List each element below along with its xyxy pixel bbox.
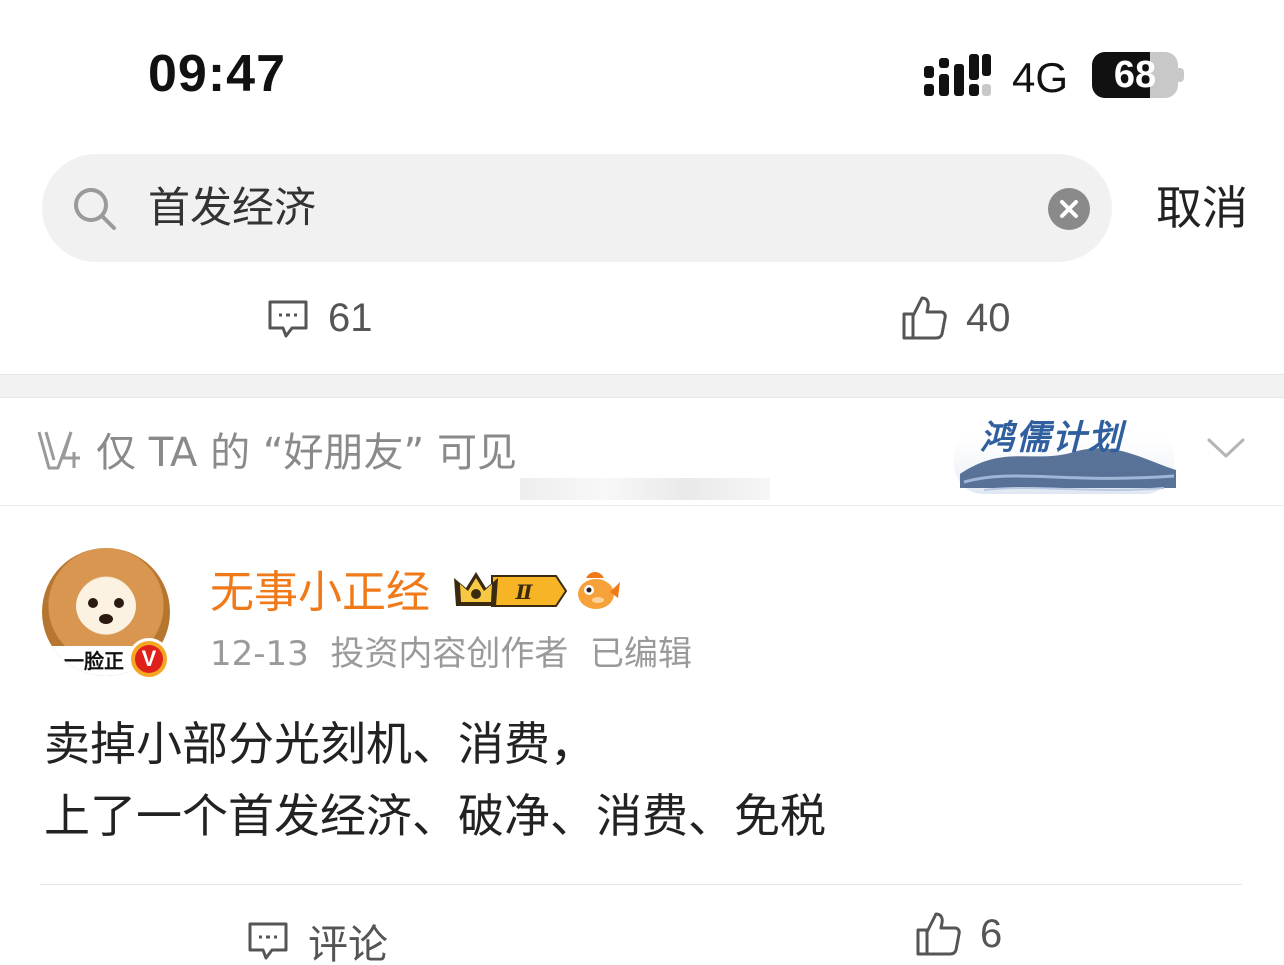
battery-indicator: 68 — [1092, 52, 1184, 98]
campaign-badge[interactable]: 鸿儒计划 — [944, 404, 1184, 500]
post-body-line: 上了一个首发经济、破净、消费、免税 — [44, 789, 826, 843]
comment-label: 评论 — [308, 923, 388, 965]
status-time: 09:47 — [148, 45, 286, 103]
obscured-text — [520, 478, 770, 500]
post-date: 12-13 — [210, 634, 309, 674]
author-title: 投资内容创作者 — [330, 634, 569, 674]
battery-level: 68 — [1113, 54, 1157, 96]
post-body-line: 卖掉小部分光刻机、消费， — [44, 717, 596, 771]
search-icon — [74, 188, 116, 230]
signal-icon — [924, 54, 991, 96]
network-type: 4G — [1012, 54, 1069, 101]
like-icon — [902, 296, 947, 340]
visibility-v-icon — [37, 431, 80, 470]
post-body: 卖掉小部分光刻机、消费， 上了一个首发经济、破净、消费、免税 — [44, 708, 1244, 852]
chevron-down-icon[interactable] — [1206, 434, 1246, 464]
comment-button[interactable]: 61 — [266, 296, 373, 341]
author-name[interactable]: 无事小正经 — [210, 564, 430, 622]
visibility-strip: 仅 TA 的 “好朋友” 可见 鸿儒计划 — [0, 398, 1284, 506]
comments-count: 61 — [328, 296, 373, 340]
fish-badge-icon[interactable] — [574, 568, 620, 614]
verified-mark: V — [135, 645, 163, 673]
clear-icon[interactable] — [1048, 188, 1090, 230]
likes-count: 40 — [966, 295, 1011, 340]
visibility-notice: 仅 TA 的 “好朋友” 可见 — [96, 430, 517, 476]
post-meta: 12-13 投资内容创作者 已编辑 — [210, 630, 692, 678]
status-bar: 09:47 4G 68 — [0, 0, 1284, 140]
verified-badge: V — [128, 638, 170, 680]
like-button[interactable]: 40 — [900, 294, 1011, 342]
post-divider — [40, 884, 1242, 885]
post-like-button[interactable]: 6 — [914, 910, 1002, 958]
crown-badge-icon[interactable]: Ⅱ — [452, 568, 568, 614]
search-query: 首发经济 — [148, 183, 317, 232]
comment-icon — [248, 922, 288, 960]
edited-label: 已编辑 — [590, 634, 693, 674]
post-comment-button[interactable]: 评论 — [246, 912, 388, 965]
comment-icon — [268, 300, 308, 337]
section-divider — [0, 374, 1284, 398]
search-input[interactable]: 首发经济 — [42, 154, 1112, 262]
campaign-title: 鸿儒计划 — [980, 418, 1124, 458]
cancel-button[interactable]: 取消 — [1156, 178, 1248, 238]
like-icon — [916, 912, 961, 956]
crown-level: Ⅱ — [515, 580, 534, 604]
post-likes-count: 6 — [980, 911, 1003, 956]
